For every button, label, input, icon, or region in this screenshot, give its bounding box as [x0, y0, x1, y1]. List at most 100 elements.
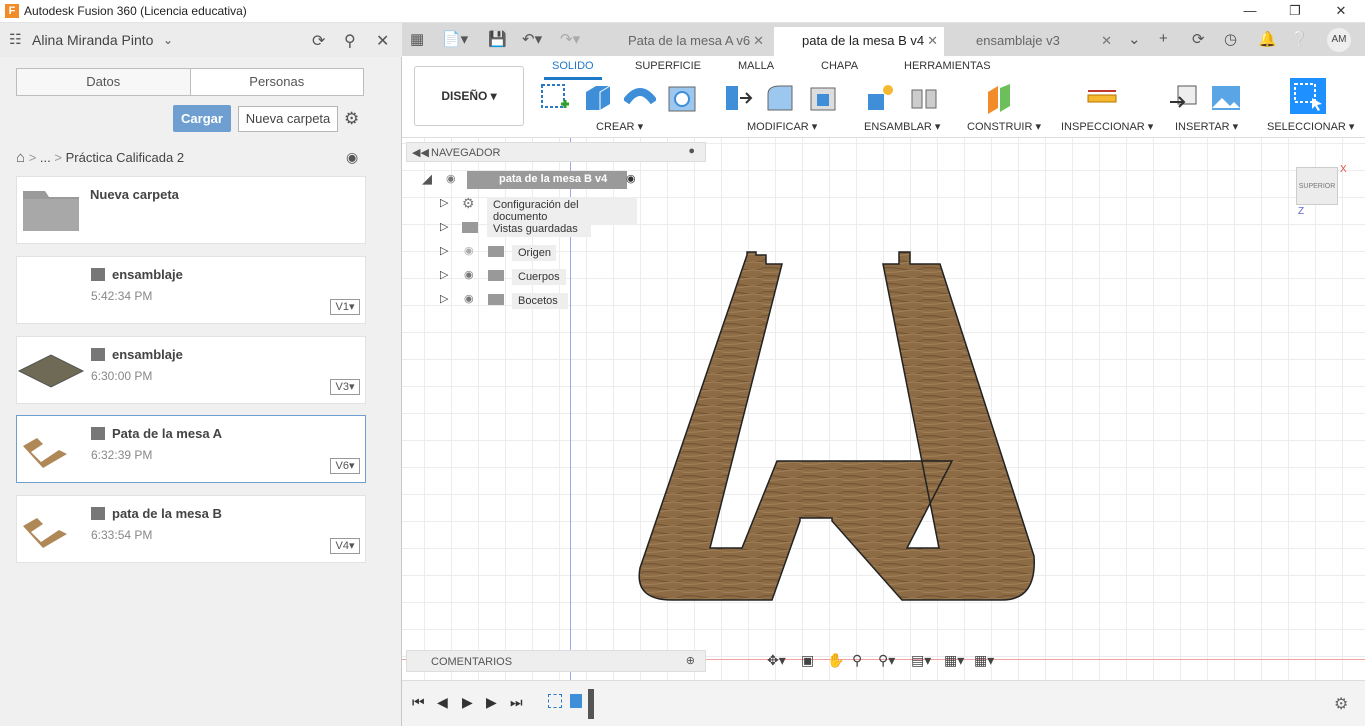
tab-chapa[interactable]: CHAPA [821, 60, 858, 72]
list-item[interactable]: Nueva carpeta [16, 176, 366, 244]
pan-hand-icon[interactable]: ✋ [827, 652, 844, 669]
group-ensamblar[interactable]: ENSAMBLAR ▾ [864, 120, 940, 133]
hole-icon[interactable] [666, 82, 698, 114]
sketch-feature-icon[interactable] [548, 694, 562, 708]
version-badge[interactable]: V3▾ [330, 379, 360, 395]
refresh-icon[interactable]: ⟳ [312, 31, 325, 51]
close-window-icon[interactable]: ✕ [1318, 0, 1364, 23]
add-comment-icon[interactable]: ⊕ [686, 654, 695, 667]
workspace-selector[interactable]: DISEÑO ▾ [414, 66, 524, 126]
new-tab-icon[interactable]: + [1159, 30, 1168, 47]
extrude-icon[interactable] [582, 82, 614, 114]
timeline-marker[interactable] [588, 689, 594, 719]
list-item[interactable]: ensamblaje 6:30:00 PM V3▾ [16, 336, 366, 404]
help-icon[interactable]: ❔ [1290, 30, 1309, 48]
list-item[interactable]: ensamblaje 5:42:34 PM V1▾ [16, 256, 366, 324]
tab-malla[interactable]: MALLA [738, 60, 774, 72]
tab-doc-b[interactable]: pata de la mesa B v4 ✕ [774, 27, 944, 56]
eye-hidden-icon[interactable]: ◉ [464, 244, 474, 257]
insert-derive-icon[interactable] [1168, 82, 1200, 114]
group-insertar[interactable]: INSERTAR ▾ [1175, 120, 1238, 133]
tab-solido[interactable]: SOLIDO [544, 60, 602, 80]
tab-list-chevron-icon[interactable]: ⌄ [1128, 30, 1141, 48]
display-settings-icon[interactable]: ▤▾ [911, 652, 931, 669]
new-folder-button[interactable]: Nueva carpeta [238, 106, 338, 132]
fit-icon[interactable]: ⚲▾ [878, 652, 895, 669]
close-panel-icon[interactable]: ✕ [376, 31, 389, 51]
create-sketch-icon[interactable] [539, 82, 571, 114]
tab-doc-a[interactable]: Pata de la mesa A v6 ✕ [600, 27, 770, 56]
upload-button[interactable]: Cargar [173, 105, 231, 132]
browser-header[interactable]: ◀◀ NAVEGADOR ● [406, 142, 706, 162]
skip-start-icon[interactable]: ⏮ [412, 694, 425, 711]
group-inspeccionar[interactable]: INSPECCIONAR ▾ [1061, 120, 1153, 133]
minus-icon[interactable]: ● [688, 145, 695, 157]
list-item-selected[interactable]: Pata de la mesa A 6:32:39 PM V6▾ [16, 415, 366, 483]
close-tab-icon[interactable]: ✕ [753, 27, 764, 54]
collapse-triangle-icon[interactable]: ◢ [422, 171, 432, 187]
tab-datos[interactable]: Datos [17, 69, 191, 95]
orbit-icon[interactable]: ✥▾ [767, 652, 786, 669]
gear-icon[interactable]: ⚙ [1334, 694, 1348, 714]
notification-bell-icon[interactable]: 🔔 [1258, 30, 1277, 48]
group-crear[interactable]: CREAR ▾ [596, 120, 643, 133]
collapse-icon[interactable]: ◀◀ [412, 146, 429, 159]
version-badge[interactable]: V4▾ [330, 538, 360, 554]
search-icon[interactable]: ⚲ [344, 31, 356, 51]
breadcrumb-ellipsis[interactable]: ... [40, 150, 51, 165]
step-forward-icon[interactable]: ▶ [486, 694, 497, 711]
insert-image-icon[interactable] [1210, 82, 1242, 114]
version-badge[interactable]: V1▾ [330, 299, 360, 315]
eye-icon[interactable]: ◉ [446, 172, 456, 185]
comments-panel[interactable]: COMENTARIOS ⊕ [406, 650, 706, 672]
tab-doc-ensamblaje[interactable]: ensamblaje v3 ✕ [948, 27, 1118, 56]
home-icon[interactable]: ⌂ [16, 149, 25, 166]
press-pull-icon[interactable] [722, 82, 754, 114]
version-badge[interactable]: V6▾ [330, 458, 360, 474]
browser-root[interactable]: ◢ ◉ pata de la mesa B v4 ◉ [422, 171, 652, 191]
view-cube[interactable]: SUPERIOR [1296, 167, 1338, 205]
activate-radio-icon[interactable]: ◉ [626, 172, 636, 185]
eye-icon[interactable]: ◉ [464, 268, 474, 281]
look-at-icon[interactable]: ▣ [801, 652, 814, 669]
group-construir[interactable]: CONSTRUIR ▾ [967, 120, 1041, 133]
apps-grid-icon[interactable]: ▦ [410, 30, 424, 48]
fillet-icon[interactable] [764, 82, 796, 114]
grid-settings-icon[interactable]: ▦▾ [944, 652, 964, 669]
file-icon[interactable]: 📄▾ [442, 30, 468, 48]
minimize-icon[interactable]: — [1227, 0, 1273, 23]
root-name[interactable]: pata de la mesa B v4 [467, 171, 627, 189]
joint-icon[interactable] [908, 82, 940, 114]
expand-triangle-icon[interactable]: ▷ [440, 268, 448, 281]
sync-icon[interactable]: ⟳ [1192, 30, 1205, 48]
measure-icon[interactable] [1086, 82, 1118, 114]
redo-icon[interactable]: ↷▾ [560, 30, 580, 48]
group-modificar[interactable]: MODIFICAR ▾ [747, 120, 817, 133]
undo-icon[interactable]: ↶▾ [522, 30, 542, 48]
close-tab-icon[interactable]: ✕ [1101, 27, 1112, 54]
chevron-down-icon[interactable]: ⌄ [163, 33, 173, 47]
avatar[interactable]: AM [1327, 28, 1351, 52]
save-icon[interactable]: 💾 [488, 30, 507, 48]
close-tab-icon[interactable]: ✕ [927, 27, 938, 54]
select-icon[interactable] [1290, 78, 1326, 114]
extrude-feature-icon[interactable] [570, 694, 582, 708]
expand-triangle-icon[interactable]: ▷ [440, 220, 448, 233]
expand-triangle-icon[interactable]: ▷ [440, 244, 448, 257]
eye-icon[interactable]: ◉ [464, 292, 474, 305]
viewports-icon[interactable]: ▦▾ [974, 652, 994, 669]
step-back-icon[interactable]: ◀ [437, 694, 448, 711]
tab-personas[interactable]: Personas [191, 69, 364, 95]
expand-triangle-icon[interactable]: ▷ [440, 196, 448, 209]
tab-herramientas[interactable]: HERRAMIENTAS [904, 60, 991, 72]
zoom-icon[interactable]: ⚲ [852, 652, 862, 669]
maximize-icon[interactable]: ❐ [1272, 0, 1318, 23]
offset-plane-icon[interactable] [984, 82, 1016, 114]
list-item[interactable]: pata de la mesa B 6:33:54 PM V4▾ [16, 495, 366, 563]
gear-icon[interactable]: ⚙ [344, 109, 359, 129]
skip-end-icon[interactable]: ⏭ [510, 694, 523, 711]
new-component-icon[interactable] [864, 82, 896, 114]
expand-triangle-icon[interactable]: ▷ [440, 292, 448, 305]
grid-dots-icon[interactable]: ☷ [9, 31, 22, 48]
group-seleccionar[interactable]: SELECCIONAR ▾ [1267, 120, 1354, 133]
